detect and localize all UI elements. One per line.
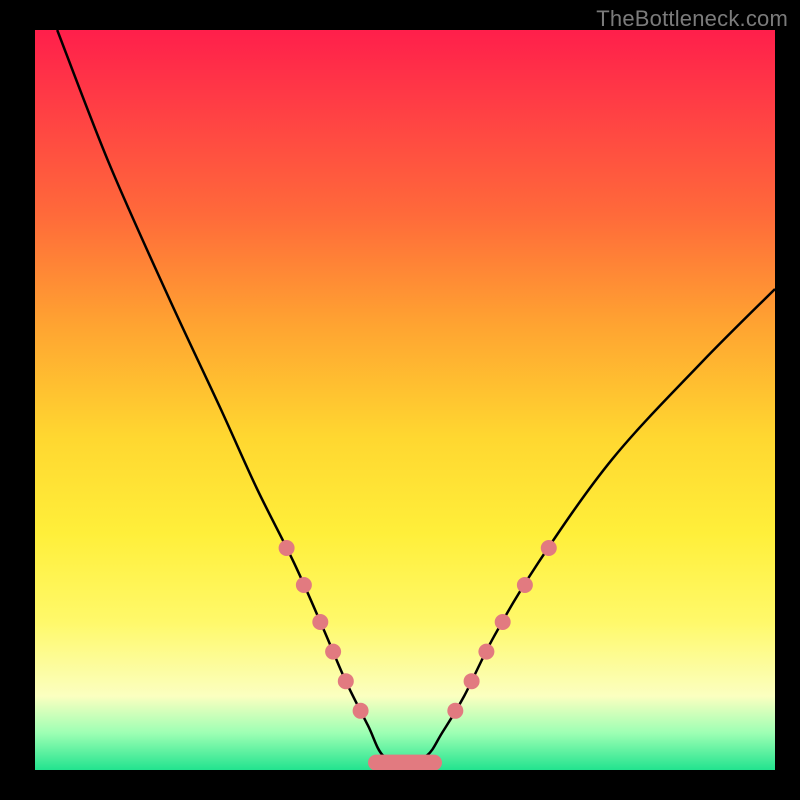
marker-right-4 — [464, 673, 480, 689]
marker-left-5 — [353, 703, 369, 719]
plot-area — [35, 30, 775, 770]
marker-right-0 — [541, 540, 557, 556]
chart-stage: TheBottleneck.com — [0, 0, 800, 800]
marker-left-2 — [312, 614, 328, 630]
marker-right-2 — [495, 614, 511, 630]
curve-svg — [35, 30, 775, 770]
marker-left-1 — [296, 577, 312, 593]
watermark-text: TheBottleneck.com — [596, 6, 788, 32]
marker-right-3 — [478, 644, 494, 660]
bottleneck-curve — [57, 30, 775, 763]
flat-segment — [368, 755, 442, 770]
marker-right-5 — [447, 703, 463, 719]
marker-left-3 — [325, 644, 341, 660]
marker-right-1 — [517, 577, 533, 593]
marker-left-0 — [279, 540, 295, 556]
marker-left-4 — [338, 673, 354, 689]
